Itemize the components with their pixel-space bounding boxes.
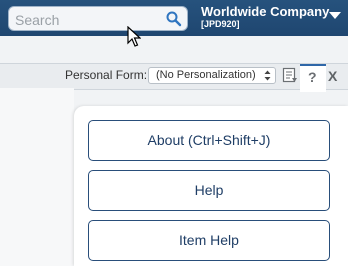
item-help-button[interactable]: Item Help xyxy=(88,220,330,261)
company-name[interactable]: Worldwide Company xyxy=(201,5,329,19)
mouse-cursor-icon xyxy=(127,26,141,47)
help-icon[interactable]: ? xyxy=(300,64,326,92)
top-navigation-bar: Worldwide Company [JPD920] xyxy=(0,0,348,36)
left-panel xyxy=(0,88,74,266)
about-button[interactable]: About (Ctrl+Shift+J) xyxy=(88,120,330,161)
personal-form-selected-value: (No Personalization) xyxy=(156,69,256,81)
help-question-mark: ? xyxy=(308,69,317,85)
search-box[interactable] xyxy=(8,6,188,31)
search-input[interactable] xyxy=(13,9,165,30)
close-icon[interactable]: X xyxy=(328,68,337,84)
document-icon[interactable] xyxy=(282,67,298,84)
select-arrows-icon xyxy=(264,70,271,81)
search-icon[interactable] xyxy=(165,10,183,28)
caret-down-icon[interactable] xyxy=(328,10,342,20)
company-code[interactable]: [JPD920] xyxy=(201,19,240,29)
personal-form-select[interactable]: (No Personalization) xyxy=(148,67,276,84)
personal-form-label: Personal Form: xyxy=(65,68,148,82)
help-button[interactable]: Help xyxy=(88,170,330,211)
